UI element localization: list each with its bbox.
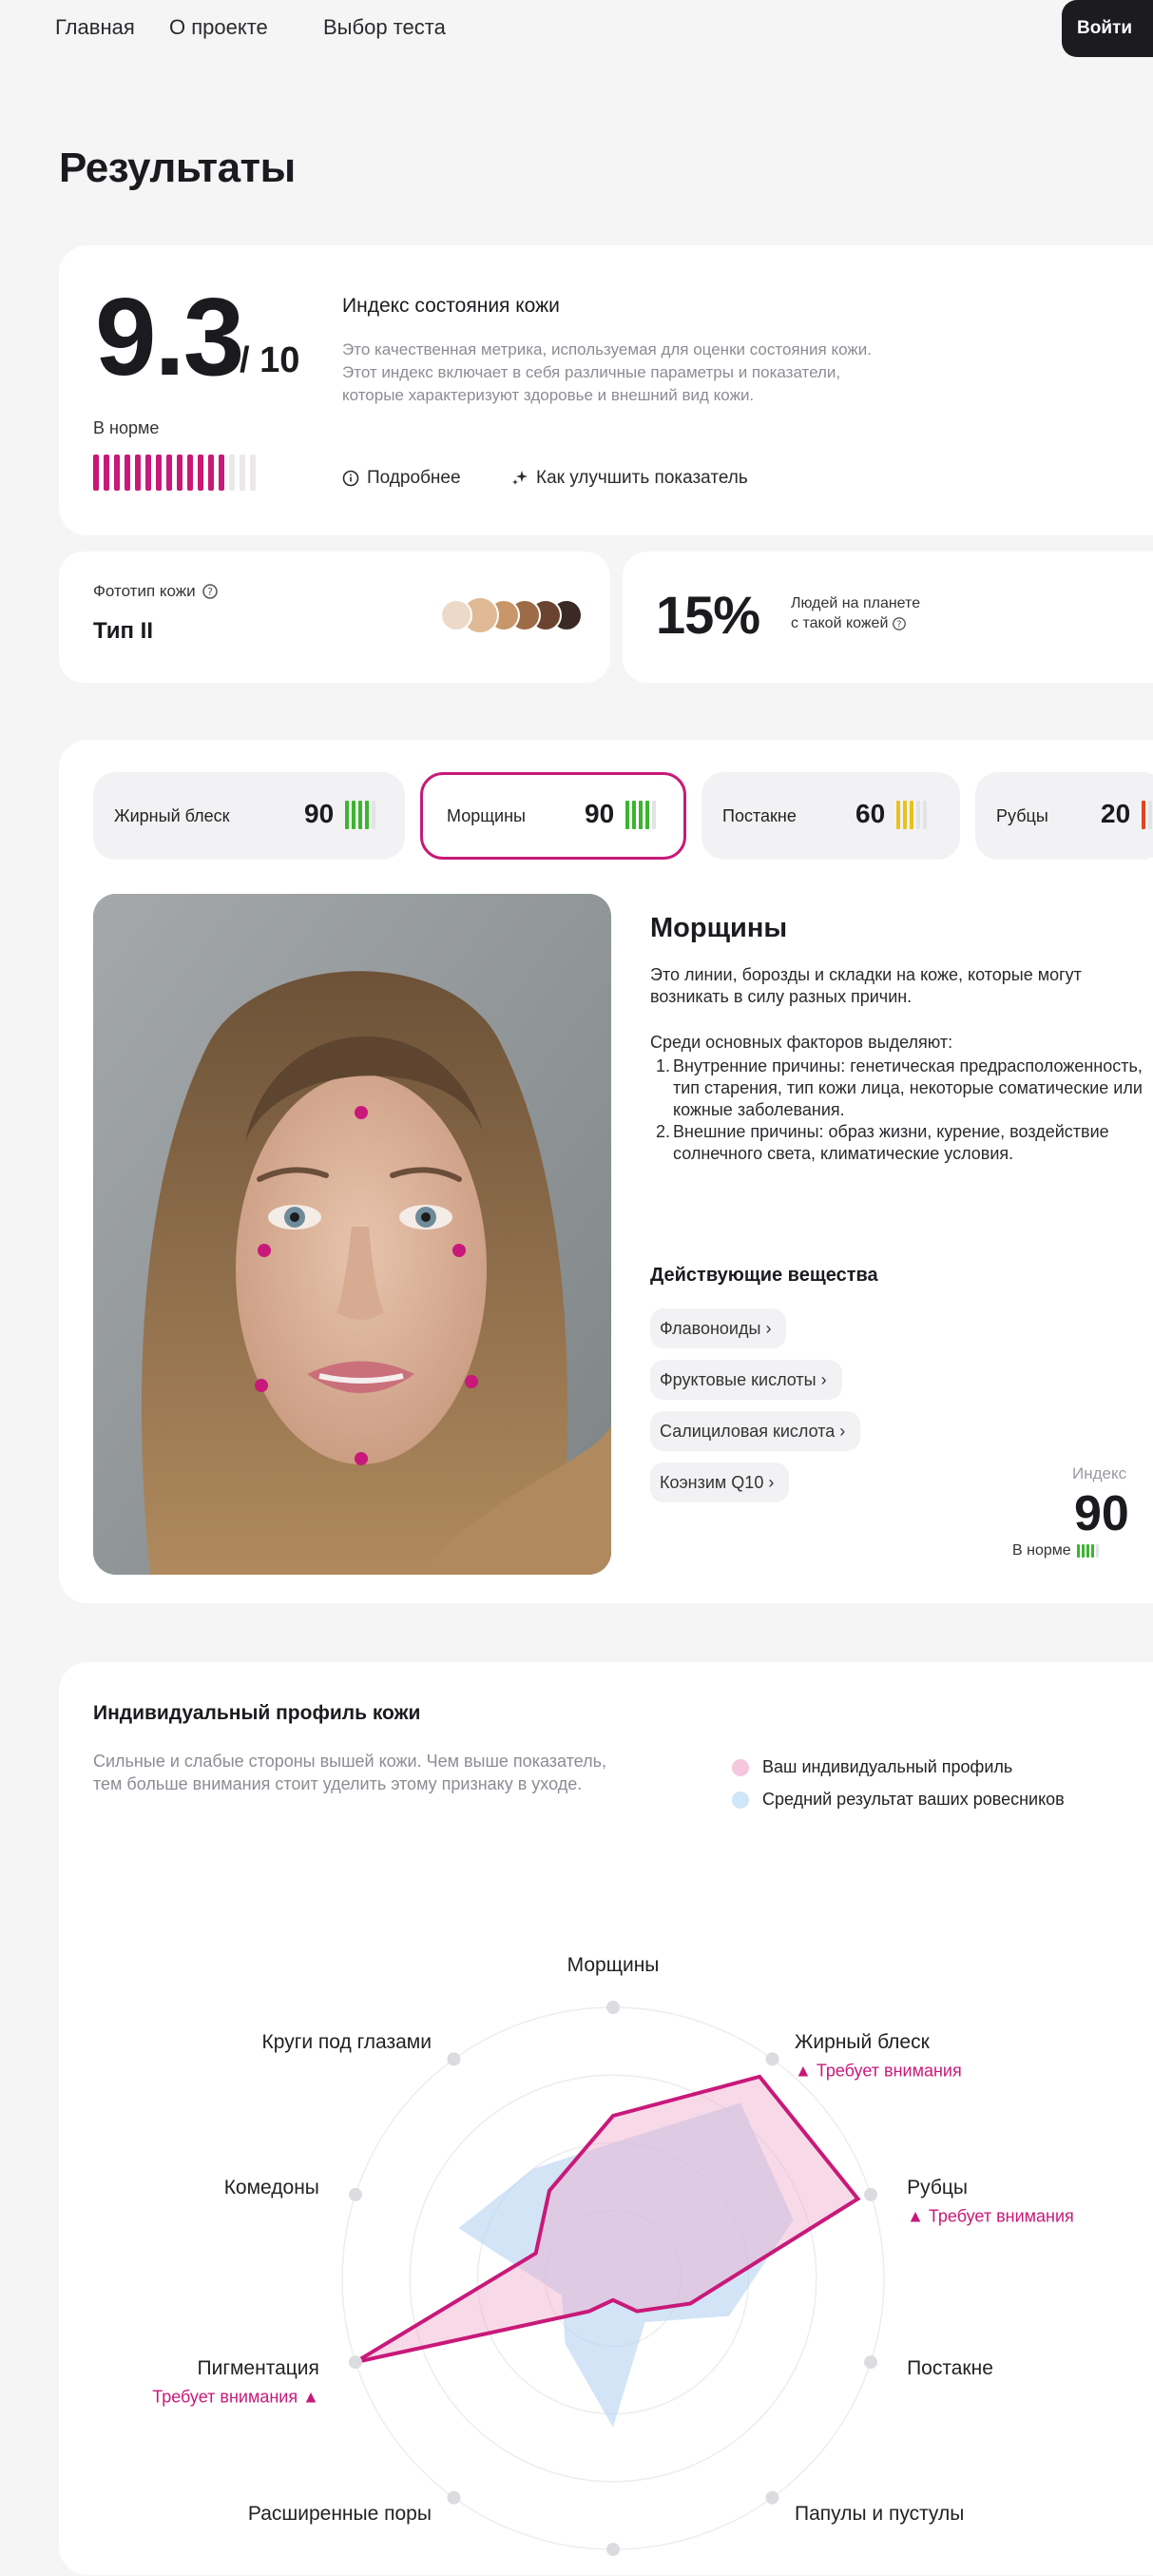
radar-axis-label: Пигментация xyxy=(197,2356,319,2379)
radar-axis-dot xyxy=(348,2187,362,2201)
radar-axis-label: Круги под глазами xyxy=(261,2030,432,2053)
radar-axis-dot xyxy=(765,2052,779,2066)
radar-chart xyxy=(341,2001,885,2556)
radar-axis-dot xyxy=(606,2001,620,2014)
radar-axis-dot xyxy=(864,2187,878,2201)
radar-axis-dot xyxy=(606,2543,620,2556)
skin-tone-swatch xyxy=(440,599,472,631)
attention-warning: ▲ Требует внимания xyxy=(795,2061,962,2081)
attention-warning: ▲ Требует внимания xyxy=(907,2206,1074,2226)
radar-axis-label: Морщины xyxy=(567,1954,660,1976)
phototype-swatches xyxy=(440,596,583,634)
attention-warning: Требует внимания ▲ xyxy=(152,2387,319,2407)
radar-axis-dot xyxy=(447,2490,461,2505)
radar-axis-label: Папулы и пустулы xyxy=(795,2503,965,2526)
radar-axis-label: Жирный блеск xyxy=(795,2030,930,2053)
radar-axis-dot xyxy=(348,2355,362,2370)
radar-axis-label: Комедоны xyxy=(223,2177,319,2199)
radar-axis-label: Рубцы xyxy=(907,2177,968,2199)
radar-axis-dot xyxy=(765,2490,779,2505)
radar-axis-dot xyxy=(864,2355,878,2370)
radar-axis-dot xyxy=(447,2052,461,2066)
radar-axis-label: Постакне xyxy=(907,2356,993,2379)
radar-axis-label: Расширенные поры xyxy=(247,2503,432,2526)
